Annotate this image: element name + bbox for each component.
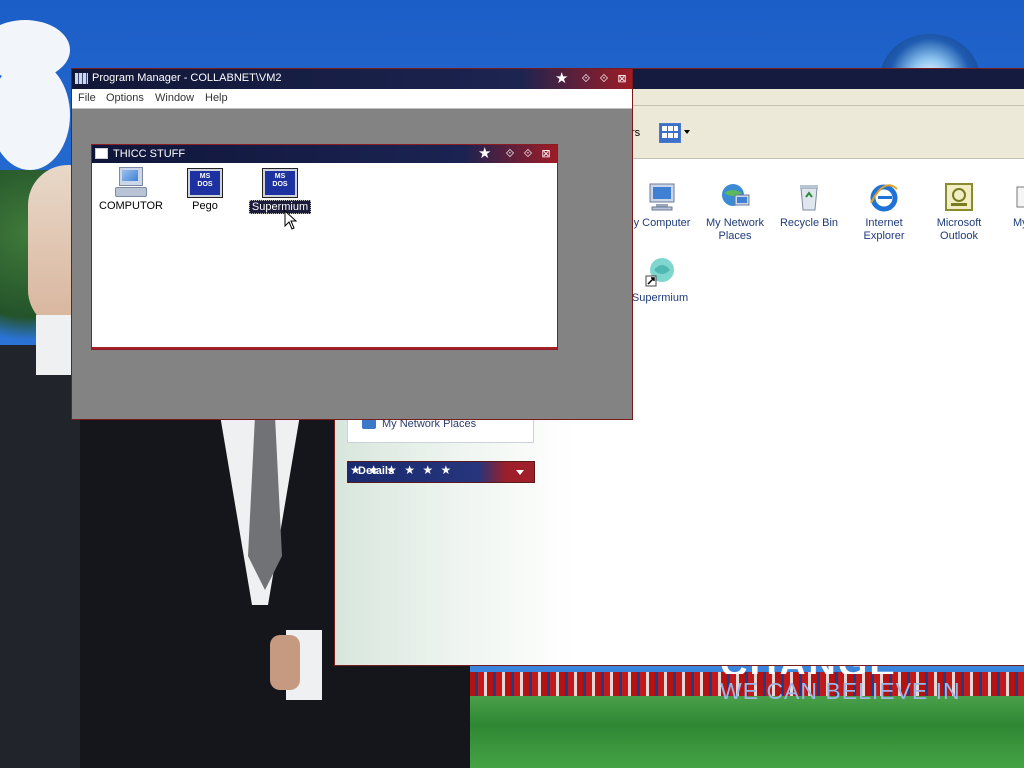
computer-icon <box>115 167 147 197</box>
minimize-button[interactable]: ⟐ <box>503 147 517 161</box>
person-collar <box>36 315 76 375</box>
group-bottom-border <box>92 347 557 349</box>
chevron-down-icon[interactable] <box>516 470 524 475</box>
window-title: Program Manager - COLLABNET\VM2 <box>92 72 282 84</box>
person-hand <box>270 635 300 690</box>
group-window-thicc-stuff[interactable]: THICC STUFF ★ ⟐ ⟐ ⊠ COMPUTOR MS DOS Pego… <box>91 144 558 350</box>
program-item-label: Pego <box>192 200 218 212</box>
icon-microsoft-outlook[interactable]: Microsoft Outlook <box>919 181 999 243</box>
icon-my-network-places[interactable]: My Network Places <box>695 181 775 243</box>
msdos-icon: MS DOS <box>263 169 297 197</box>
program-manager-app-icon[interactable] <box>75 73 88 84</box>
group-window-icon[interactable] <box>95 148 108 159</box>
star-icon: ★ <box>555 70 569 87</box>
recycle-bin-icon <box>800 185 818 211</box>
network-places-icon <box>362 419 376 429</box>
slogan-text: WE CAN BELIEVE IN <box>720 678 961 704</box>
icon-label: Internet Explorer <box>863 217 905 242</box>
menu-options[interactable]: Options <box>106 92 144 104</box>
icon-label: My Network Places <box>705 217 765 242</box>
minimize-button[interactable]: ⟐ <box>579 72 593 86</box>
menu-help[interactable]: Help <box>205 92 228 104</box>
details-label: Details <box>358 465 395 477</box>
program-item-label: COMPUTOR <box>99 200 163 212</box>
close-button[interactable]: ⊠ <box>539 147 553 161</box>
icon-label: Recycle Bin <box>779 217 839 229</box>
icon-label: y Computer <box>633 217 691 229</box>
program-item-supermium[interactable]: MS DOS Supermium <box>245 169 315 214</box>
network-places-icon <box>722 184 750 206</box>
details-section-header[interactable]: ★ ★ ★ ★ ★ ★ Details <box>347 461 535 483</box>
chevron-down-icon <box>684 130 690 134</box>
views-grid-icon <box>659 123 681 143</box>
icon-my-computer[interactable]: y Computer <box>622 181 702 230</box>
icon-label: My <box>1013 217 1024 229</box>
menu-file[interactable]: File <box>78 92 96 104</box>
program-item-pego[interactable]: MS DOS Pego <box>170 169 240 212</box>
program-manager-titlebar[interactable]: Program Manager - COLLABNET\VM2 ★ ⟐ ⟐ ⊠ <box>72 69 632 89</box>
views-button[interactable] <box>659 122 693 144</box>
group-titlebar[interactable]: THICC STUFF ★ ⟐ ⟐ ⊠ <box>92 145 557 163</box>
document-icon <box>1016 186 1024 208</box>
outlook-icon <box>945 183 973 211</box>
supermium-icon <box>645 258 674 287</box>
icon-my-documents[interactable]: My <box>993 181 1024 230</box>
lawn <box>430 696 1024 768</box>
maximize-button[interactable]: ⟐ <box>521 147 535 161</box>
msdos-icon: MS DOS <box>188 169 222 197</box>
program-item-label: Supermium <box>248 200 312 214</box>
computer-icon <box>649 183 675 211</box>
program-manager-menubar: File Options Window Help <box>72 89 632 109</box>
program-item-computor[interactable]: COMPUTOR <box>96 167 166 212</box>
icon-internet-explorer[interactable]: Internet Explorer <box>844 181 924 243</box>
program-manager-window[interactable]: Program Manager - COLLABNET\VM2 ★ ⟐ ⟐ ⊠ … <box>71 68 633 420</box>
star-icon: ★ <box>478 145 492 162</box>
close-button[interactable]: ⊠ <box>615 72 629 86</box>
internet-explorer-icon <box>870 184 898 212</box>
person-suit-shadow <box>0 345 80 768</box>
group-title: THICC STUFF <box>113 148 186 160</box>
menu-window[interactable]: Window <box>155 92 194 104</box>
maximize-button[interactable]: ⟐ <box>597 72 611 86</box>
icon-label: Microsoft Outlook <box>936 217 982 242</box>
icon-recycle-bin[interactable]: Recycle Bin <box>769 181 849 230</box>
